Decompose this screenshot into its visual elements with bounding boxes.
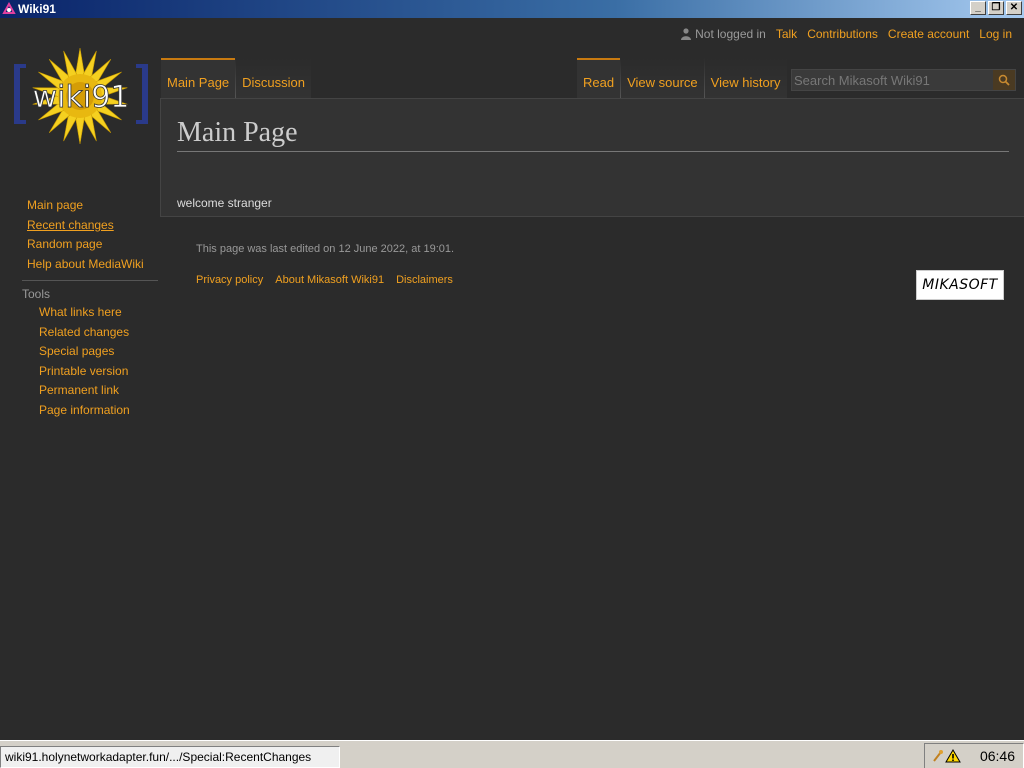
tab-main-page[interactable]: Main Page <box>161 58 236 98</box>
tab-view-source[interactable]: View source <box>621 58 704 98</box>
status-url: wiki91.holynetworkadapter.fun/.../Specia… <box>0 746 340 768</box>
tool-related-changes[interactable]: Related changes <box>39 325 130 345</box>
tool-what-links-here[interactable]: What links here <box>39 305 130 325</box>
login-status: Not logged in <box>695 27 766 41</box>
privacy-policy-link[interactable]: Privacy policy <box>196 274 263 286</box>
page-title: Main Page <box>177 117 1009 152</box>
browser-viewport: Not logged in Talk Contributions Create … <box>0 18 1024 740</box>
search-box <box>791 69 1016 91</box>
window-controls: _ ❐ ✕ <box>970 1 1022 15</box>
sidebar-tools: What links here Related changes Special … <box>39 305 130 423</box>
system-tray: 06:46 <box>924 743 1024 768</box>
tool-printable-version[interactable]: Printable version <box>39 364 130 384</box>
log-in-link[interactable]: Log in <box>979 27 1012 41</box>
tool-page-information[interactable]: Page information <box>39 403 130 423</box>
taskbar-clock: 06:46 <box>979 748 1015 764</box>
disclaimers-link[interactable]: Disclaimers <box>396 274 453 286</box>
footer-links: Privacy policy About Mikasoft Wiki91 Dis… <box>196 274 453 286</box>
last-edited-info: This page was last edited on 12 June 202… <box>196 243 455 255</box>
warning-icon[interactable] <box>945 749 961 763</box>
sidebar-item-recent-changes[interactable]: Recent changes <box>27 218 144 238</box>
sidebar-item-help[interactable]: Help about MediaWiki <box>27 257 144 277</box>
sidebar-navigation: Main page Recent changes Random page Hel… <box>27 198 144 276</box>
search-button[interactable] <box>993 70 1015 90</box>
tab-read[interactable]: Read <box>577 58 621 98</box>
search-input[interactable] <box>792 70 993 90</box>
page-body: welcome stranger <box>177 196 272 210</box>
sidebar-item-main-page[interactable]: Main page <box>27 198 144 218</box>
network-icon[interactable] <box>933 749 943 763</box>
create-account-link[interactable]: Create account <box>888 27 969 41</box>
close-button[interactable]: ✕ <box>1006 1 1022 15</box>
user-icon <box>681 28 692 40</box>
content-area: Main Page welcome stranger <box>160 98 1024 217</box>
svg-text:wiki91: wiki91 <box>33 80 130 115</box>
tools-heading: Tools <box>22 280 158 301</box>
window-titlebar: Wiki91 _ ❐ ✕ <box>0 0 1024 18</box>
status-bar: wiki91.holynetworkadapter.fun/.../Specia… <box>0 740 1024 768</box>
view-tabs: Read View source View history <box>577 58 787 98</box>
restore-button[interactable]: ❐ <box>988 1 1004 15</box>
search-icon <box>998 74 1010 86</box>
browser-app-icon <box>2 2 16 14</box>
tab-view-history[interactable]: View history <box>704 58 787 98</box>
minimize-button[interactable]: _ <box>970 1 986 15</box>
talk-link[interactable]: Talk <box>776 27 797 41</box>
tool-permanent-link[interactable]: Permanent link <box>39 383 130 403</box>
sidebar-item-random-page[interactable]: Random page <box>27 237 144 257</box>
namespace-tabs: Main Page Discussion <box>161 58 312 98</box>
tab-discussion[interactable]: Discussion <box>236 58 312 98</box>
contributions-link[interactable]: Contributions <box>807 27 878 41</box>
mikasoft-logo[interactable]: MIKASOFT <box>916 270 1004 300</box>
wiki-logo[interactable]: wiki91 <box>14 46 148 150</box>
about-link[interactable]: About Mikasoft Wiki91 <box>275 274 384 286</box>
window-title: Wiki91 <box>18 2 56 16</box>
tool-special-pages[interactable]: Special pages <box>39 344 130 364</box>
personal-tools: Not logged in Talk Contributions Create … <box>681 27 1012 41</box>
